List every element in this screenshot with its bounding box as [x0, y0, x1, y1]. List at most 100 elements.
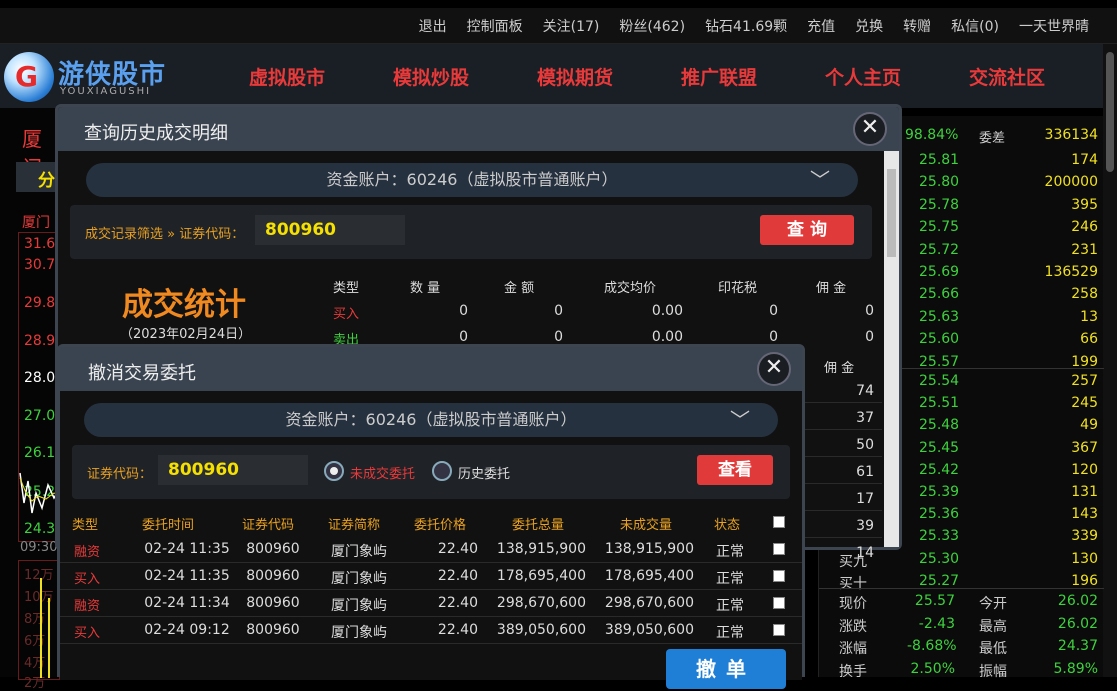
order-total: 389,050,600: [496, 622, 586, 638]
nav-virtual-stock[interactable]: 虚拟股市: [215, 63, 359, 90]
query-button[interactable]: 查 询: [760, 215, 854, 245]
dialog-scrollbar-thumb[interactable]: [887, 169, 896, 257]
order-open: 178,695,400: [604, 568, 694, 584]
order-time: 02-24 09:12: [144, 622, 230, 638]
table-row[interactable]: 融资 02-24 11:35 800960 厦门象屿 22.40 138,915,900 1…: [60, 536, 802, 563]
bid-volume: 245: [1071, 395, 1098, 412]
order-total: 178,695,400: [496, 568, 586, 584]
close-icon[interactable]: ✕: [757, 352, 791, 386]
nav-sim-trading[interactable]: 模拟炒股: [359, 63, 503, 90]
ask-price: 25.66: [919, 286, 960, 303]
col-header: 成交均价: [604, 281, 657, 296]
nav-community[interactable]: 交流社区: [935, 63, 1079, 90]
stat-value: 26.02: [1057, 593, 1098, 609]
divider: [800, 402, 882, 403]
ask-volume: 231: [1071, 241, 1098, 258]
nav-sim-futures[interactable]: 模拟期货: [503, 63, 647, 90]
fee-value: 14: [856, 545, 874, 561]
control-panel-link[interactable]: 控制面板: [467, 16, 523, 36]
bid-volume: 130: [1071, 550, 1098, 567]
trade-value: 0: [769, 329, 778, 345]
stat-label: 涨幅: [839, 641, 867, 657]
diamond-link[interactable]: 钻石41.69颗: [705, 16, 787, 36]
account-selector[interactable]: 资金账户：60246（虚拟股市普通账户） ﹀: [84, 403, 778, 437]
order-price: 22.40: [437, 595, 478, 611]
bid-label: 买十: [839, 575, 867, 592]
order-time: 02-24 11:35: [144, 541, 230, 557]
radio-pending-label[interactable]: 未成交委托: [350, 463, 415, 482]
row-checkbox[interactable]: [773, 624, 785, 636]
dialog-body: 资金账户：60246（虚拟股市普通账户） ﹀ 证券代码： 未成交委托 历史委托 …: [60, 391, 802, 689]
page-scrollbar[interactable]: [1103, 44, 1117, 677]
bid-volume: 120: [1071, 461, 1098, 478]
security-code-input[interactable]: [158, 455, 308, 485]
filter-bar: 成交记录筛选 » 证券代码： 查 询: [70, 205, 872, 259]
ask-volume: 246: [1071, 219, 1098, 236]
recharge-link[interactable]: 充值: [807, 16, 835, 36]
radio-history-orders[interactable]: [432, 461, 452, 481]
radio-pending-orders[interactable]: [324, 461, 344, 481]
col-header: 证券简称: [328, 518, 381, 533]
dialog-scrollbar[interactable]: [884, 151, 899, 547]
account-text: 资金账户：60246（虚拟股市普通账户）: [326, 170, 618, 189]
bid-price: 25.54: [919, 373, 960, 389]
stat-value: 24.37: [1057, 638, 1098, 654]
fans-link[interactable]: 粉丝(462): [619, 16, 685, 36]
bid-volume: 49: [1080, 417, 1098, 434]
nav-homepage[interactable]: 个人主页: [791, 63, 935, 90]
row-checkbox[interactable]: [773, 597, 785, 609]
col-header: 类型: [333, 281, 360, 296]
volume-axis-label: 8万: [24, 612, 46, 627]
stat-label: 换手: [839, 663, 867, 680]
exchange-link[interactable]: 兑换: [855, 16, 883, 36]
divider: [819, 588, 1104, 589]
col-header: 数 量: [410, 281, 441, 296]
stats-title: 成交统计: [122, 287, 246, 323]
ask-volume: 200000: [1044, 174, 1098, 191]
site-logo[interactable]: G 游侠股市 YOUXIAGUSHI: [4, 48, 179, 104]
stat-label: 现价: [839, 596, 867, 612]
follow-link[interactable]: 关注(17): [543, 16, 600, 36]
order-total: 298,670,600: [496, 595, 586, 611]
order-name: 厦门象屿: [331, 571, 387, 587]
diff-label: 委差: [979, 131, 1006, 146]
axis-label: 28.9: [24, 333, 56, 349]
view-button[interactable]: 查看: [697, 455, 773, 485]
divider: [800, 510, 882, 511]
row-checkbox[interactable]: [773, 570, 785, 582]
bid-price: 25.33: [919, 528, 960, 545]
ask-volume: 258: [1071, 286, 1098, 303]
nav-affiliate[interactable]: 推广联盟: [647, 63, 791, 90]
trade-value: 0.00: [651, 303, 683, 319]
order-code: 800960: [246, 541, 300, 557]
col-header: 证券代码: [242, 518, 295, 533]
cancel-order-button[interactable]: 撤单: [666, 649, 786, 689]
security-code-input[interactable]: [255, 215, 405, 245]
bg-tab[interactable]: 分: [16, 162, 60, 192]
cancel-order-dialog: 撤消交易委托 ✕ 资金账户：60246（虚拟股市普通账户） ﹀ 证券代码： 未成…: [57, 344, 805, 689]
ask-price: 25.75: [919, 219, 960, 236]
select-all-checkbox[interactable]: [773, 516, 785, 528]
axis-label: 29.8: [24, 295, 56, 311]
table-row[interactable]: 融资 02-24 11:34 800960 厦门象屿 22.40 298,670,600 2…: [60, 590, 802, 617]
col-header: 佣 金: [816, 281, 847, 296]
logout-link[interactable]: 退出: [419, 16, 447, 36]
stat-row: 涨跌 -2.43 最高 26.02: [819, 614, 1104, 636]
page-scrollbar-thumb[interactable]: [1106, 52, 1114, 172]
username-link[interactable]: 一天世界晴: [1019, 16, 1089, 36]
main-header: G 游侠股市 YOUXIAGUSHI 虚拟股市 模拟炒股 模拟期货 推广联盟 个…: [0, 44, 1117, 108]
account-selector[interactable]: 资金账户：60246（虚拟股市普通账户） ﹀: [86, 163, 858, 197]
bid-volume: 143: [1071, 506, 1098, 523]
dialog-title: 查询历史成交明细: [84, 123, 228, 144]
chevron-down-icon: ﹀: [810, 168, 830, 192]
close-icon[interactable]: ✕: [853, 112, 887, 146]
table-row[interactable]: 买入 02-24 09:12 800960 厦门象屿 22.40 389,050,600 3…: [60, 617, 802, 644]
row-checkbox[interactable]: [773, 543, 785, 555]
ask-volume: 174: [1071, 152, 1098, 168]
background-chart-strip: 厦门 分 厦门 31.6 30.7 29.8 28.9 28.0 27.0 26…: [0, 108, 60, 691]
stat-value: 25.57: [914, 593, 955, 609]
messages-link[interactable]: 私信(0): [951, 16, 999, 36]
table-row[interactable]: 买入 02-24 11:35 800960 厦门象屿 22.40 178,695,400 1…: [60, 563, 802, 590]
transfer-link[interactable]: 转赠: [903, 16, 931, 36]
radio-history-label[interactable]: 历史委托: [458, 463, 510, 482]
